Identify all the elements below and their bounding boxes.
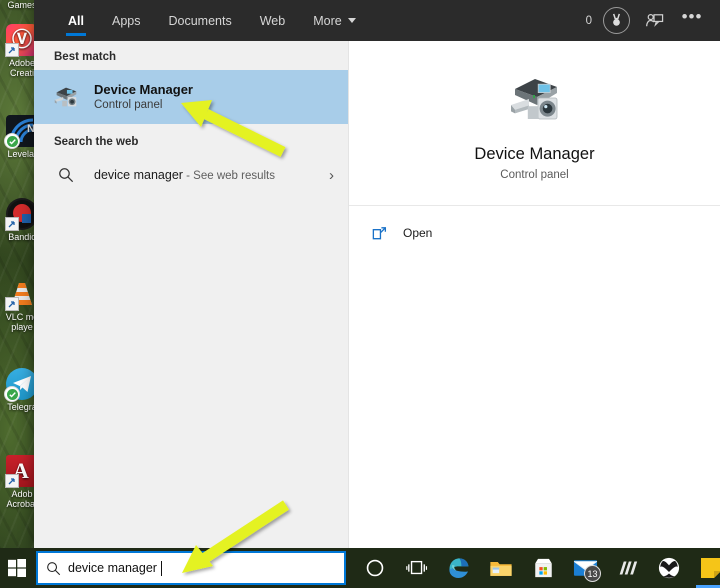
open-action-button[interactable]: Open <box>371 220 720 246</box>
tab-apps-label: Apps <box>111 13 141 28</box>
sticky-notes-icon <box>701 558 720 578</box>
screen: Games Ⓥ Adobe Creati N Levelat Bandic VL… <box>0 0 720 588</box>
tab-apps[interactable]: Apps <box>98 0 155 41</box>
web-search-query: device manager <box>94 168 183 182</box>
text-cursor <box>161 560 163 576</box>
search-header-bar: All Apps Documents Web More 0 ••• <box>34 0 720 41</box>
best-match-subtitle: Control panel <box>94 98 163 111</box>
shortcut-badge-icon <box>5 217 19 231</box>
taskbar-item-mega[interactable] <box>606 548 648 588</box>
shortcut-badge-icon <box>5 43 19 57</box>
taskbar-item-microsoft-store[interactable] <box>522 548 564 588</box>
mega-m-icon <box>619 561 638 575</box>
feedback-person-icon <box>645 13 663 27</box>
web-search-result-row[interactable]: device manager - See web results › <box>34 155 348 195</box>
taskbar-search-box[interactable]: device manager <box>36 551 346 585</box>
feedback-button[interactable] <box>640 7 668 35</box>
search-flyout-panel: All Apps Documents Web More 0 ••• Best m… <box>34 0 720 548</box>
search-header-actions: 0 ••• <box>586 0 720 41</box>
tab-documents-label: Documents <box>168 13 232 28</box>
taskbar-item-cortana[interactable] <box>354 548 396 588</box>
best-match-section-label: Best match <box>54 51 116 63</box>
search-tabs: All Apps Documents Web More <box>34 0 370 41</box>
taskbar-item-mail[interactable]: 13 <box>564 548 606 588</box>
file-explorer-icon <box>490 561 512 576</box>
tab-more-label: More <box>313 13 342 28</box>
windows-start-icon[interactable] <box>0 548 34 588</box>
search-the-web-section-label: Search the web <box>54 136 139 148</box>
tab-documents[interactable]: Documents <box>154 0 245 41</box>
shortcut-badge-icon <box>5 297 19 311</box>
app-preview: Device Manager Control panel <box>349 41 720 181</box>
preview-subtitle: Control panel <box>500 169 569 181</box>
rewards-button[interactable] <box>602 7 630 35</box>
taskbar: device manager 13 <box>0 548 720 588</box>
open-action-label: Open <box>403 226 433 240</box>
taskbar-items: 13 <box>354 548 720 588</box>
tab-web[interactable]: Web <box>246 0 299 41</box>
preview-title: Device Manager <box>474 145 595 163</box>
search-results-body: Best match Device Manager Control panel … <box>34 41 720 548</box>
taskbar-item-task-view[interactable] <box>396 548 438 588</box>
more-options-label: ••• <box>681 7 703 26</box>
best-match-title: Device Manager <box>94 81 193 97</box>
open-external-icon <box>371 225 397 242</box>
web-search-suffix: - See web results <box>182 170 275 182</box>
web-search-text: device manager - See web results <box>84 166 275 184</box>
device-manager-icon <box>48 82 84 112</box>
results-list-column: Best match Device Manager Control panel … <box>34 41 348 548</box>
taskbar-item-file-explorer[interactable] <box>480 548 522 588</box>
search-icon <box>48 167 84 183</box>
rewards-medal-icon <box>602 7 630 34</box>
mail-unread-badge: 13 <box>584 565 601 582</box>
search-input[interactable]: device manager <box>68 561 160 575</box>
device-manager-icon <box>503 67 567 131</box>
chevron-right-icon[interactable]: › <box>329 167 334 184</box>
tab-all-label: All <box>68 13 84 28</box>
store-icon <box>534 558 552 578</box>
rewards-points-count: 0 <box>585 14 592 27</box>
tab-web-label: Web <box>259 13 286 28</box>
chevron-down-icon <box>347 18 356 23</box>
sync-check-icon <box>4 133 20 149</box>
tab-more[interactable]: More <box>299 0 369 41</box>
cortana-circle-icon <box>366 559 384 577</box>
more-options-button[interactable]: ••• <box>678 3 706 38</box>
sync-check-icon <box>4 386 20 402</box>
taskbar-item-sticky-notes[interactable] <box>690 548 720 588</box>
taskbar-item-xbox[interactable] <box>648 548 690 588</box>
tab-all[interactable]: All <box>54 0 98 41</box>
preview-column: Device Manager Control panel Open <box>348 41 720 548</box>
shortcut-badge-icon <box>5 474 19 488</box>
search-icon <box>38 561 68 576</box>
preview-actions: Open <box>349 206 720 246</box>
best-match-result-device-manager[interactable]: Device Manager Control panel <box>34 70 348 124</box>
taskbar-item-microsoft-edge[interactable] <box>438 548 480 588</box>
best-match-text: Device Manager Control panel <box>84 82 193 113</box>
task-view-icon <box>406 560 428 575</box>
edge-icon <box>449 558 469 578</box>
xbox-icon <box>658 557 680 579</box>
